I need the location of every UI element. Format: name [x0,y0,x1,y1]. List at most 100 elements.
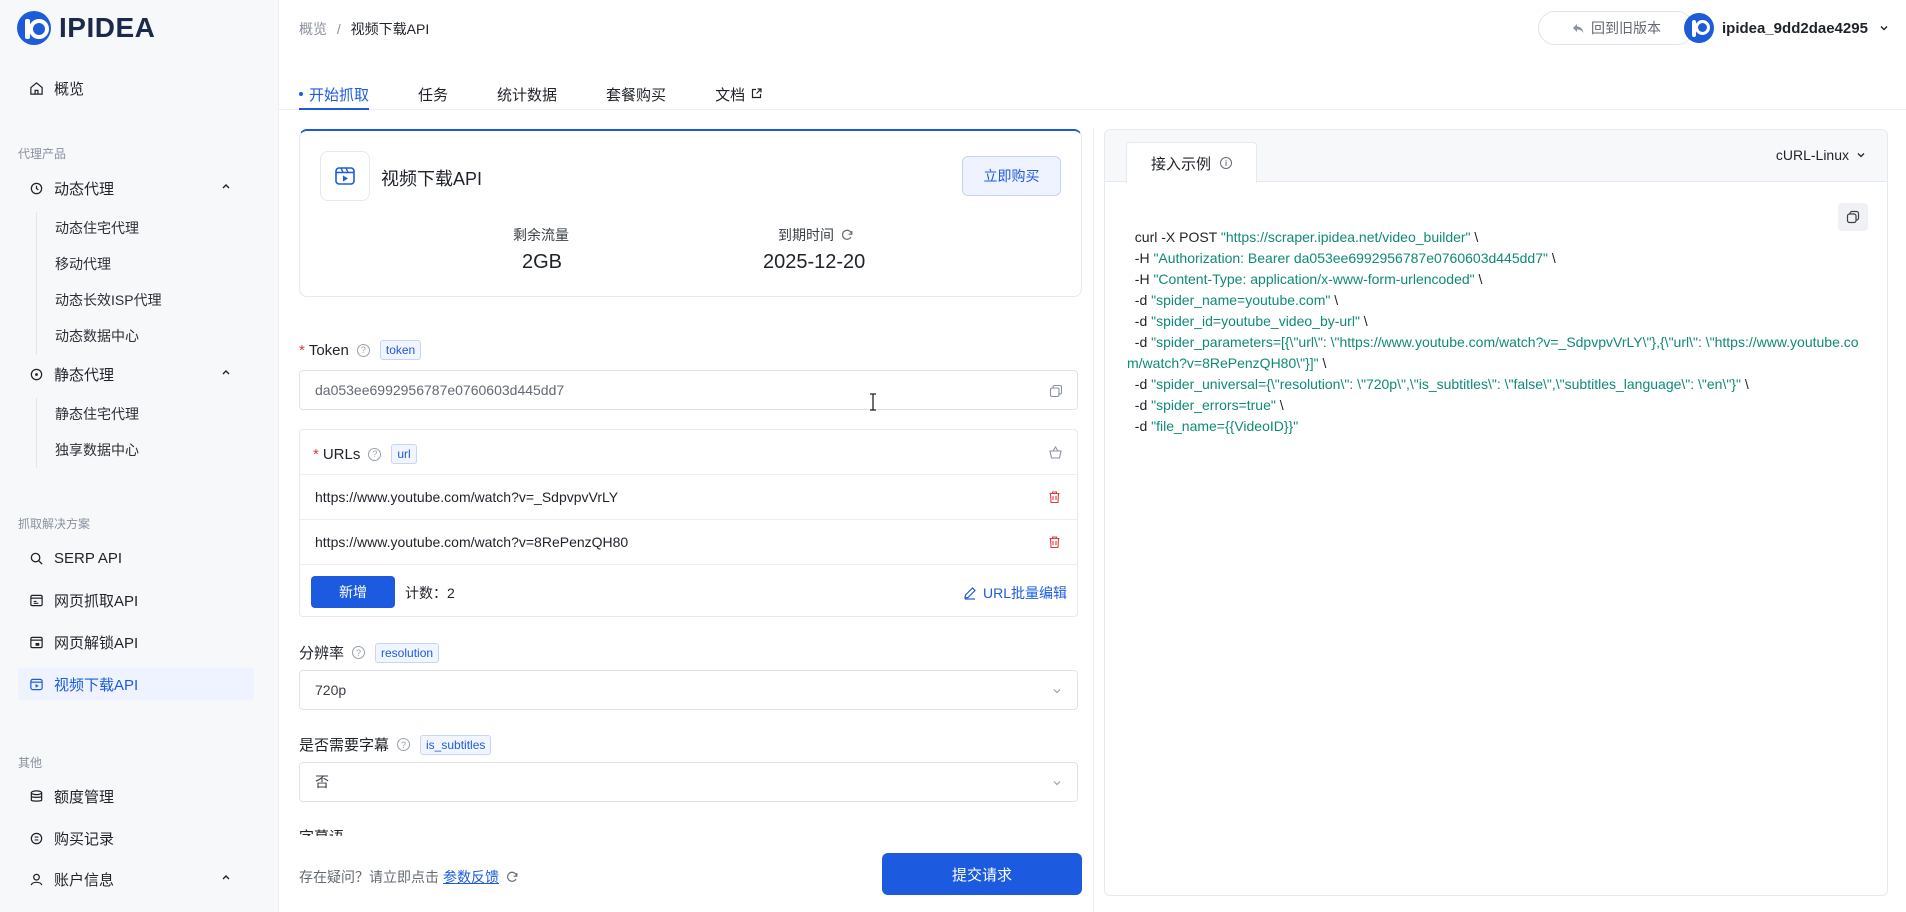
sidebar: IPIDEA 概览 代理产品 动态代理 动态住宅代理 移动代理 动态长效ISP代… [0,0,279,912]
video-product-icon [320,151,370,201]
help-icon[interactable]: ? [397,738,411,751]
breadcrumb-current: 视频下载API [350,21,430,37]
feedback-question: 存在疑问？请立即点击 [299,869,439,885]
external-link-icon [751,88,762,99]
edit-icon [964,587,976,600]
traffic-label: 剩余流量 [513,227,569,243]
sidebar-item-label: 账户信息 [54,871,115,889]
code-continuation: \ [1359,313,1368,329]
code-line: -H "Authorization: Bearer da053ee6992956… [1127,248,1873,269]
back-to-old-version-button[interactable]: 回到旧版本 [1538,11,1694,45]
urls-label-row: * URLs ? url [313,444,417,464]
code-line: -H "Content-Type: application/x-www-form… [1127,269,1873,290]
code-keyword: -H [1127,271,1154,287]
language-value: cURL-Linux [1775,147,1849,163]
sidebar-item-dynamic-isp[interactable]: 动态长效ISP代理 [55,290,162,310]
code-continuation: \ [1318,355,1327,371]
chevron-down-icon [1053,781,1061,786]
code-string: "spider_errors=true" [1151,397,1276,413]
sidebar-item-dynamic-datacenter[interactable]: 动态数据中心 [55,326,139,346]
sidebar-item-mobile[interactable]: 移动代理 [55,254,111,274]
code-line: -d "spider_id=youtube_video_by-url" \ [1127,311,1873,332]
add-url-button[interactable]: 新增 [311,576,395,608]
sidebar-item-static-residential[interactable]: 静态住宅代理 [55,404,139,424]
code-string: "Authorization: Bearer da053ee6992956787… [1153,250,1548,266]
tab-plan-purchase[interactable]: 套餐购买 [606,80,666,110]
tab-tasks[interactable]: 任务 [418,80,448,110]
tab-statistics[interactable]: 统计数据 [497,80,557,110]
feedback-link[interactable]: 参数反馈 [443,867,499,887]
token-value: da053ee6992956787e0760603d445dd7 [315,382,565,398]
sidebar-item-dynamic-residential[interactable]: 动态住宅代理 [55,218,139,238]
language-select[interactable]: cURL-Linux [1776,147,1867,163]
tab-docs[interactable]: 文档 [715,80,763,110]
refresh-icon[interactable] [505,870,519,884]
subtitles-select[interactable]: 否 [299,762,1078,802]
help-icon[interactable]: ? [368,447,382,461]
tab-bar: 开始抓取 任务 统计数据 套餐购买 文档 [299,80,812,110]
sidebar-item-purchase-history[interactable]: 购买记录 [28,827,114,849]
sidebar-item-label: 动态代理 [54,180,115,198]
token-label-row: * Token ? token [299,340,422,360]
chevron-up-icon[interactable] [220,871,232,883]
tab-start-scraping[interactable]: 开始抓取 [299,80,370,110]
copy-icon[interactable] [1049,384,1063,398]
user-menu[interactable]: ipidea_9dd2dae4295 [1684,13,1890,43]
buy-now-button[interactable]: 立即购买 [962,156,1061,196]
active-dot-icon [299,92,303,96]
sidebar-item-account[interactable]: 账户信息 [28,868,230,890]
code-example-panel: 接入示例 i cURL-Linux curl -X POST "https://… [1104,129,1888,896]
refresh-icon[interactable] [840,228,854,242]
sidebar-item-dedicated-datacenter[interactable]: 独享数据中心 [55,440,139,460]
sidebar-item-label: SERP API [54,549,123,567]
breadcrumb-root[interactable]: 概览 [299,21,327,37]
code-continuation: \ [1474,271,1483,287]
urls-tag: url [391,444,417,464]
help-icon[interactable]: ? [356,343,370,357]
sidebar-item-web-scraper-api[interactable]: 网页抓取API [28,589,138,611]
sidebar-item-label: 网页解锁API [54,634,139,652]
code-string: "file_name={{VideoID}}" [1151,418,1299,434]
sidebar-item-video-download-api[interactable]: 视频下载API [28,673,138,695]
clear-all-icon[interactable] [1048,445,1063,459]
resolution-label-row: 分辨率 ? resolution [299,642,440,663]
tab-integration-example[interactable]: 接入示例 i [1126,142,1257,183]
info-icon[interactable]: i [1220,157,1232,169]
database-icon [28,788,44,804]
trash-icon[interactable] [1048,490,1061,504]
code-continuation: \ [1330,292,1339,308]
logo[interactable]: IPIDEA [17,11,155,45]
resolution-select[interactable]: 720p [299,670,1078,710]
trash-icon[interactable] [1048,535,1061,549]
code-continuation: \ [1740,376,1749,392]
url-row[interactable]: https://www.youtube.com/watch?v=8RePenzQ… [300,519,1077,564]
batch-edit-label: URL批量编辑 [982,585,1067,601]
sidebar-item-web-unlocker-api[interactable]: 网页解锁API [28,631,138,653]
code-continuation: \ [1275,397,1284,413]
sidebar-item-overview[interactable]: 概览 [28,77,84,99]
subtitles-value: 否 [315,774,329,790]
code-keyword: -H [1127,250,1154,266]
resolution-tag: resolution [375,642,440,663]
url-row[interactable]: https://www.youtube.com/watch?v=_SdpvpvV… [300,474,1077,519]
sidebar-item-dynamic-proxy[interactable]: 动态代理 [28,177,230,199]
chevron-up-icon[interactable] [220,366,232,378]
sidebar-item-serp-api[interactable]: SERP API [28,547,122,569]
nav-group-other: 其他 [18,756,43,770]
token-label: Token [308,341,349,359]
code-keyword: curl -X POST [1127,229,1221,245]
sidebar-item-static-proxy[interactable]: 静态代理 [28,363,230,385]
token-input[interactable]: da053ee6992956787e0760603d445dd7 [299,370,1078,410]
sidebar-item-label: 静态代理 [54,366,115,384]
help-icon[interactable]: ? [352,646,366,659]
code-string: "spider_parameters=[{\"url\": \"https://… [1127,334,1859,371]
submit-request-button[interactable]: 提交请求 [882,853,1082,895]
sidebar-item-quota[interactable]: 额度管理 [28,785,114,807]
sidebar-item-label: 额度管理 [54,788,115,806]
tab-label: 文档 [715,87,746,104]
chevron-up-icon[interactable] [220,180,232,192]
code-string: "spider_id=youtube_video_by-url" [1151,313,1360,329]
chevron-down-icon [1053,689,1061,694]
code-panel-header: 接入示例 i cURL-Linux [1105,130,1887,183]
url-batch-edit-button[interactable]: URL批量编辑 [963,583,1067,603]
